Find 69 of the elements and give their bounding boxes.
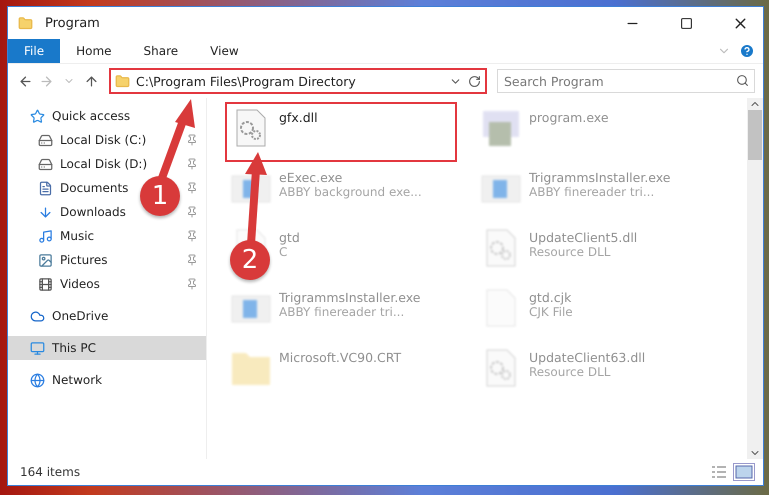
file-type: Resource DLL: [529, 245, 612, 259]
ribbon-tab[interactable]: View: [194, 39, 255, 63]
search-field[interactable]: Search Program: [497, 69, 755, 93]
file-name: TrigrammsInstaller.exe: [279, 290, 420, 305]
refresh-icon[interactable]: [468, 74, 481, 88]
file-name: TrigrammsInstaller.exe: [529, 170, 670, 185]
pin-icon[interactable]: [186, 134, 198, 146]
file-name: gfx.dll: [279, 110, 318, 125]
pin-icon[interactable]: [186, 206, 198, 218]
pin-icon[interactable]: [186, 182, 198, 194]
file-name: gtd: [279, 230, 300, 245]
address-bar[interactable]: C:\Program Files\Program Directory: [109, 68, 487, 94]
monitor-icon: [30, 340, 45, 356]
document-icon: [38, 180, 53, 196]
file-type: CJK File: [529, 305, 573, 319]
sidebar-item-label[interactable]: Downloads: [60, 205, 126, 219]
scrollbar-thumb[interactable]: [748, 110, 762, 160]
back-button[interactable]: [18, 74, 33, 88]
video-icon: [38, 276, 53, 292]
scrollbar[interactable]: [747, 98, 763, 459]
file-name: gtd.cjk: [529, 290, 572, 305]
pin-icon[interactable]: [186, 278, 198, 290]
maximize-icon[interactable]: [680, 16, 692, 30]
up-button[interactable]: [84, 74, 99, 88]
sidebar-item-label[interactable]: Local Disk (C:): [60, 133, 146, 147]
item-count: 164 items: [20, 465, 80, 479]
folder-icon[interactable]: [18, 16, 33, 30]
file-type: C: [279, 245, 288, 259]
search-icon[interactable]: [736, 74, 749, 87]
sidebar-item-label[interactable]: Quick access: [52, 109, 130, 123]
window-title: Program: [45, 16, 101, 30]
cloud-icon: [30, 308, 45, 324]
program-icon: [481, 108, 521, 148]
sidebar-item-label[interactable]: OneDrive: [52, 309, 108, 323]
file-name: eExec.exe: [279, 170, 344, 185]
address-path: C:\Program Files\Program Directory: [136, 74, 357, 88]
pin-icon[interactable]: [186, 254, 198, 266]
file-name: program.exe: [529, 110, 609, 125]
sidebar-item-label[interactable]: Pictures: [60, 253, 108, 267]
star-icon: [30, 108, 45, 124]
drive-icon: [38, 156, 53, 172]
sidebar-item-label[interactable]: Local Disk (D:): [60, 157, 148, 171]
help-icon[interactable]: [739, 43, 755, 59]
file-type: Resource DLL: [529, 365, 612, 379]
sidebar-item-label[interactable]: Music: [60, 229, 94, 243]
music-icon: [38, 228, 53, 244]
pin-icon[interactable]: [186, 230, 198, 242]
drive-icon: [38, 132, 53, 148]
ribbon-tab[interactable]: Home: [60, 39, 128, 63]
forward-button[interactable]: [39, 74, 54, 88]
ribbon-tab[interactable]: Share: [128, 39, 194, 63]
picture-icon: [38, 252, 53, 268]
large-icons-view-button[interactable]: [733, 463, 755, 481]
file-type: ABBY background exe...: [279, 185, 422, 199]
file-name: UpdateClient5.dll: [529, 230, 638, 245]
network-icon: [30, 372, 45, 388]
folder-icon: [115, 74, 130, 88]
file-type: ABBY finereader tri...: [529, 185, 656, 199]
file-name: UpdateClient63.dll: [529, 350, 646, 365]
file-type: ABBY finereader tri...: [279, 305, 406, 319]
sidebar-item-label[interactable]: Documents: [60, 181, 128, 195]
pin-icon[interactable]: [186, 158, 198, 170]
sidebar-item-label[interactable]: Videos: [60, 277, 100, 291]
file-menu-button[interactable]: File: [8, 39, 60, 63]
download-icon: [38, 204, 53, 220]
file-name: Microsoft.VC90.CRT: [279, 350, 402, 365]
sidebar-item[interactable]: This PC: [8, 336, 206, 360]
sidebar-item-label[interactable]: Network: [52, 373, 102, 387]
file-item[interactable]: gfx.dll: [225, 102, 457, 162]
